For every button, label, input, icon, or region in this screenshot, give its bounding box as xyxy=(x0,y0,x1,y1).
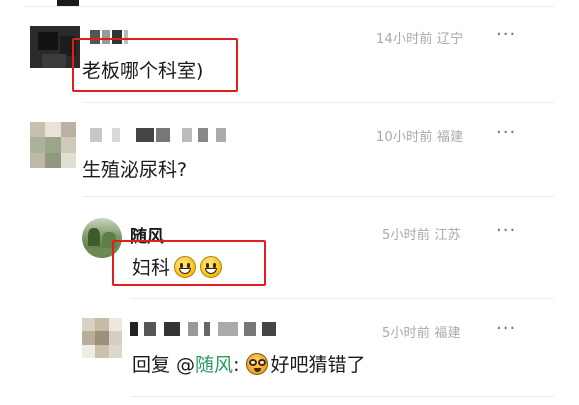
mention-separator: : xyxy=(233,354,246,376)
reply-meta: 5小时前 江苏 xyxy=(382,228,461,243)
avatar[interactable] xyxy=(30,122,76,168)
comment-meta: 10小时前 福建 xyxy=(376,130,464,145)
divider xyxy=(82,196,554,197)
more-options-icon[interactable]: ··· xyxy=(496,124,516,142)
more-options-icon[interactable]: ··· xyxy=(496,222,516,240)
comment-meta: 14小时前 辽宁 xyxy=(376,32,464,47)
username-blurred[interactable] xyxy=(90,128,230,142)
highlight-box xyxy=(72,38,238,92)
mention-link[interactable]: 随风 xyxy=(195,354,233,376)
nerd-face-icon xyxy=(245,353,268,375)
highlight-box xyxy=(112,240,266,286)
reply-prefix: 回复 @ xyxy=(132,354,196,376)
more-options-icon[interactable]: ··· xyxy=(496,320,516,338)
divider xyxy=(130,396,554,397)
avatar[interactable] xyxy=(82,318,122,358)
divider xyxy=(130,298,554,299)
username-blurred[interactable] xyxy=(130,322,280,336)
more-options-icon[interactable]: ··· xyxy=(496,26,516,44)
reply-text: 回复 @随风: 好吧猜错了 xyxy=(132,350,366,377)
reply-meta: 5小时前 福建 xyxy=(382,326,461,341)
divider xyxy=(82,102,554,103)
comment-text: 生殖泌尿科? xyxy=(82,159,188,181)
reply-text-content: 好吧猜错了 xyxy=(270,354,366,376)
divider xyxy=(24,6,554,7)
